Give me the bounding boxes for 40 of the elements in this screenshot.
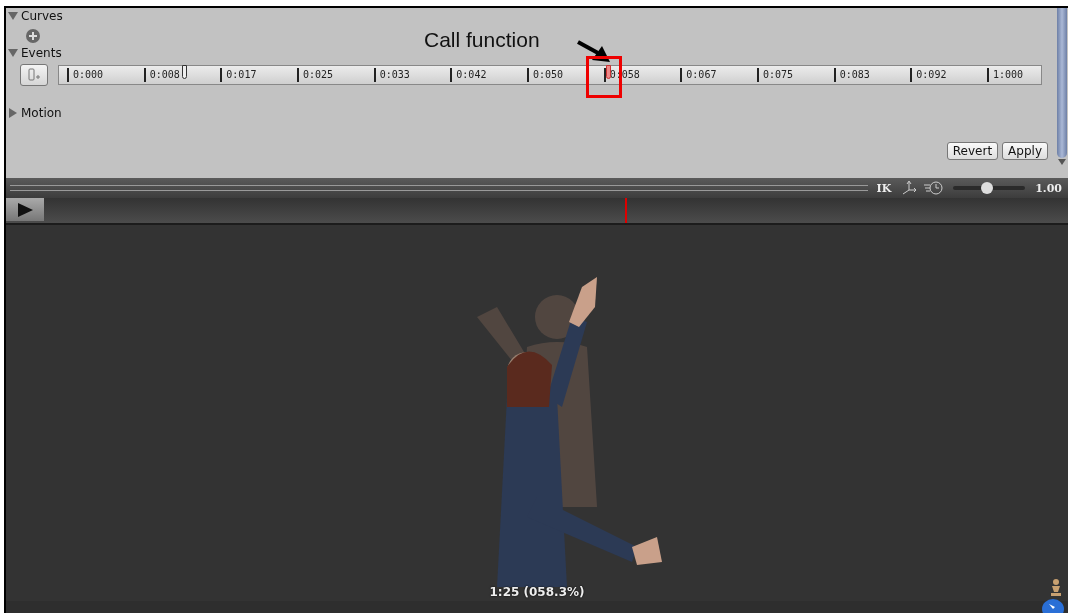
annotation-text: Call function [424,28,540,52]
ruler-label: 0:008 [143,68,180,82]
expanded-triangle-icon[interactable] [8,48,18,58]
action-button[interactable]: Revert [946,142,999,160]
preview-viewport[interactable]: 1:25 (058.3%) [6,225,1068,601]
ruler-label: 0:092 [910,68,947,82]
add-event-icon [27,68,41,82]
ruler-label: 0:050 [527,68,564,82]
layer-icon[interactable] [1042,599,1064,613]
ruler-label: 0:000 [67,68,104,82]
slider-thumb[interactable] [981,182,994,194]
playhead[interactable] [625,198,628,223]
action-button[interactable]: Apply [1002,142,1048,160]
timeline-bar[interactable] [6,198,1068,225]
ruler-label: 0:067 [680,68,717,82]
ik-toggle[interactable]: IK [872,181,896,195]
avatar-pivot-icon[interactable] [1050,579,1062,597]
annotation-arrow [576,38,612,64]
add-plus-icon[interactable] [26,29,40,43]
play-icon [16,202,34,217]
expanded-triangle-icon[interactable] [8,11,18,21]
section-label[interactable]: Events [21,46,62,60]
section-label[interactable]: Motion [21,106,62,120]
ruler-label: 0:083 [833,68,870,82]
ruler-label: 0:042 [450,68,487,82]
play-button[interactable] [6,198,44,221]
ruler-label: 0:017 [220,68,257,82]
ruler-label: 0:075 [757,68,794,82]
ruler-label: 0:033 [373,68,410,82]
event-marker[interactable] [606,65,612,79]
speed-clock-icon[interactable] [923,180,944,196]
section-label[interactable]: Curves [21,9,63,23]
event-marker[interactable] [182,65,187,79]
add-event-button[interactable] [20,64,48,86]
scrollbar-thumb[interactable] [1057,8,1067,158]
preview-caption: 1:25 (058.3%) [489,585,585,599]
collapsed-triangle-icon[interactable] [8,108,18,118]
ruler-label: 1:000 [987,68,1024,82]
ruler-label: 0:025 [297,68,334,82]
speed-reading: 1.00 [1035,181,1062,195]
